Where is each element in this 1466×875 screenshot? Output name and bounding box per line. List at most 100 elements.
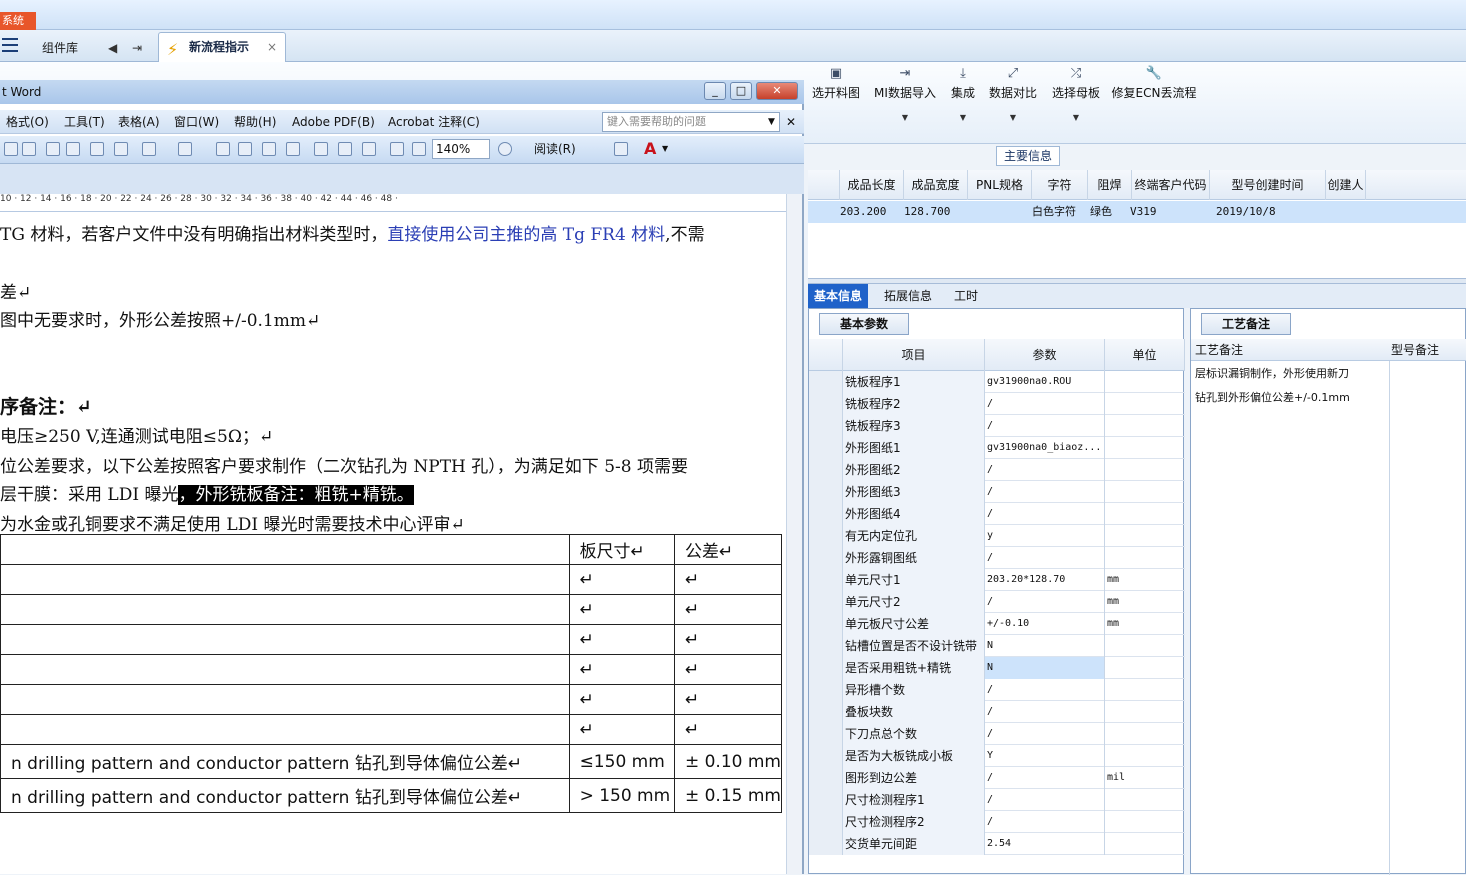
format-painter-icon[interactable] [114,142,128,156]
row-selector[interactable] [809,745,843,767]
param-value[interactable]: / [985,789,1105,811]
process-note-line[interactable]: 层标识漏铜制作，外形使用新刀 [1195,365,1349,381]
close-icon[interactable]: ✕ [756,82,798,100]
menu-icon[interactable] [2,38,18,52]
row-selector[interactable] [809,547,843,569]
cell-mask[interactable]: 绿色 [1090,201,1112,223]
insert-excel-icon[interactable] [286,142,300,156]
table-cell[interactable]: n drilling pattern and conductor pattern… [0,778,570,813]
tab-work-hours[interactable]: 工时 [948,284,984,308]
param-value[interactable]: N [985,657,1105,679]
tab-basic-info[interactable]: 基本信息 [808,284,869,308]
param-row[interactable]: 外形露铜图纸 / [809,547,1185,569]
minimize-icon[interactable]: _ [704,82,726,100]
table-cell[interactable]: ↵ [673,624,783,655]
tab-main-info[interactable]: 主要信息 [996,146,1060,166]
dropdown-arrow-icon[interactable]: ▼ [662,144,668,153]
param-row[interactable]: 单元板尺寸公差 +/-0.10 mm [809,613,1185,635]
cut-icon[interactable] [46,142,60,156]
ribbon-btn-cut-chart[interactable]: ▣ 选开料图 [806,64,866,134]
param-value[interactable]: N [985,635,1105,657]
col-header-item[interactable]: 项目 [843,339,985,371]
read-button[interactable]: 阅读(R) [520,139,586,159]
font-color-icon[interactable]: A [644,139,656,158]
indent-icon[interactable] [614,142,628,156]
dropdown-arrow-icon[interactable]: ▼ [768,110,775,134]
menu-acrobat[interactable]: Acrobat 注释(C) [388,110,480,134]
menu-format[interactable]: 格式(O) [6,110,49,134]
param-row[interactable]: 异形槽个数 / [809,679,1185,701]
row-selector[interactable] [809,371,843,393]
table-cell[interactable]: ↵ [568,564,675,595]
pin-icon[interactable]: ⇥ [132,34,142,62]
col-header-param[interactable]: 参数 [985,339,1105,371]
row-selector[interactable] [809,481,843,503]
ribbon-btn-integrate[interactable]: ⤓ 集成 ▼ [944,64,982,134]
row-selector[interactable] [809,393,843,415]
param-row[interactable]: 外形图纸2/ [809,459,1185,481]
col-header[interactable]: 创建人 [1326,170,1366,200]
param-row[interactable]: 叠板块数 / [809,701,1185,723]
menu-tools[interactable]: 工具(T) [64,110,105,134]
param-value[interactable]: +/-0.10 [985,613,1105,635]
param-value[interactable]: / [985,415,1105,437]
insert-table-icon[interactable] [262,142,276,156]
param-value[interactable]: / [985,591,1105,613]
row-selector[interactable] [809,767,843,789]
table-cell[interactable]: ↵ [673,684,783,715]
menu-window[interactable]: 窗口(W) [174,110,219,134]
research-icon[interactable] [22,142,36,156]
tab-extended-info[interactable]: 拓展信息 [878,284,938,308]
dropdown-arrow-icon[interactable]: ▼ [1048,113,1104,122]
param-row[interactable]: 有无内定位孔 y [809,525,1185,547]
dropdown-arrow-icon[interactable]: ▼ [986,113,1040,122]
ribbon-btn-mi-import[interactable]: ⇥ MI数据导入 ▼ [872,64,938,134]
table-cell[interactable]: ↵ [673,654,783,685]
table-cell[interactable]: ↵ [673,714,783,745]
table-cell[interactable]: ↵ [568,594,675,625]
undo-icon[interactable] [142,142,156,156]
columns-icon[interactable] [314,142,328,156]
close-icon[interactable]: ✕ [786,110,796,134]
table-cell[interactable]: ↵ [568,654,675,685]
col-header-unit[interactable]: 单位 [1105,339,1185,371]
param-value[interactable]: 203.20*128.70 [985,569,1105,591]
param-row[interactable]: 铣板程序3/ [809,415,1185,437]
param-row[interactable]: 外形图纸3/ [809,481,1185,503]
tab-process-notes[interactable]: 工艺备注 [1201,313,1291,335]
table-cell[interactable] [0,684,570,715]
param-row[interactable]: 交货单元间距 2.54 [809,833,1185,855]
param-row[interactable]: 是否采用粗铣+精铣 N [809,657,1185,679]
row-selector[interactable] [809,591,843,613]
vertical-scrollbar[interactable] [786,194,802,874]
row-selector[interactable] [809,811,843,833]
cell-created[interactable]: 2019/10/8 [1216,201,1276,223]
param-value[interactable]: / [985,503,1105,525]
param-row[interactable]: 尺寸检测程序2/ [809,811,1185,833]
table-cell[interactable]: ± 0.15 mm [673,778,783,813]
table-cell[interactable] [0,594,570,625]
zoom-select[interactable]: 140% [432,139,490,159]
param-value[interactable]: / [985,459,1105,481]
param-value[interactable]: / [985,723,1105,745]
hyperlink-icon[interactable] [216,142,230,156]
param-value[interactable]: Y [985,745,1105,767]
param-value[interactable]: y [985,525,1105,547]
paste-icon[interactable] [90,142,104,156]
system-tab[interactable]: 系统 [0,12,36,30]
pilcrow-icon[interactable] [412,142,426,156]
param-value[interactable]: / [985,679,1105,701]
param-row[interactable]: 外形图纸1 gv31900na0_biaoz... [809,437,1185,459]
redo-icon[interactable] [178,142,192,156]
col-header-process-note[interactable]: 工艺备注 [1191,339,1243,361]
ribbon-btn-fix-ecn[interactable]: 🔧 修复ECN丢流程 [1110,64,1198,134]
col-header[interactable]: 成品宽度 [904,170,968,200]
col-header[interactable]: 型号创建时间 [1210,170,1326,200]
param-row[interactable]: 是否为大板铣成小板 Y [809,745,1185,767]
tab-basic-params[interactable]: 基本参数 [819,313,909,335]
document-map-icon[interactable] [362,142,376,156]
cell-char[interactable]: 白色字符 [1032,201,1076,223]
param-value[interactable]: / [985,393,1105,415]
param-value[interactable]: / [985,547,1105,569]
row-selector[interactable] [809,437,843,459]
